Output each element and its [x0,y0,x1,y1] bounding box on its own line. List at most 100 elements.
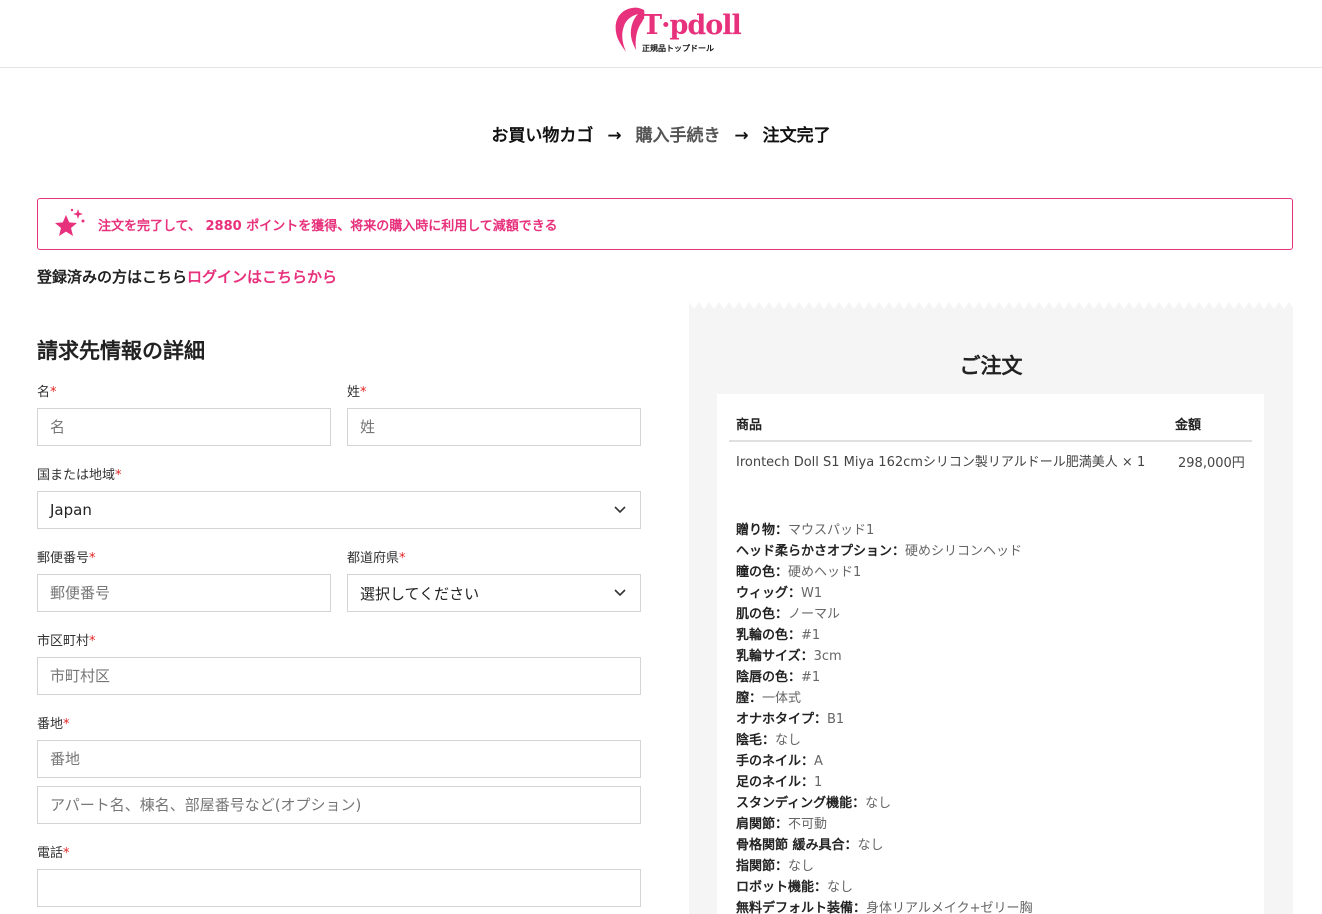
attribute-value: 3cm [813,649,842,664]
step-checkout: 購入手続き [635,126,721,146]
attribute-value: マウスパッド1 [788,523,875,538]
attribute-key: 無料デフォルト装備： [736,901,867,914]
attribute-value: なし [865,796,892,811]
attribute-value: なし [788,859,815,874]
attribute-key: 指関節： [736,859,789,874]
first-name-input[interactable] [37,408,331,446]
step-cart[interactable]: お買い物カゴ [491,126,593,146]
attribute-key: ロボット機能： [736,880,828,895]
address-input[interactable] [37,740,641,778]
col-product-header: 商品 [736,418,763,433]
attribute-row: 肩関節：不可動 [736,814,1236,835]
country-select[interactable]: Japan [37,491,641,529]
attribute-row: 肌の色：ノーマル [736,604,1236,625]
points-notice-text: 注文を完了して、 2880 ポイントを獲得、将来の購入時に利用して減額できる [98,218,558,234]
product-price: 298,000円 [1178,456,1245,471]
step-complete: 注文完了 [762,126,831,146]
checkout-steps: お買い物カゴ → 購入手続き → 注文完了 [0,121,1322,146]
attribute-key: 膣： [736,691,763,706]
address-label: 番地* [37,717,70,732]
hair-silhouette-icon [615,7,645,52]
attribute-value: なし [827,880,854,895]
attribute-row: 乳輪サイズ：3cm [736,646,1236,667]
login-line: 登録済みの方はこちらログインはこちらから [37,266,337,287]
attribute-row: スタンディング機能：なし [736,793,1236,814]
order-card: 商品 金額 Irontech Doll S1 Miya 162cmシリコン製リア… [717,394,1264,914]
attribute-value: B1 [827,712,845,727]
attribute-row: 陰唇の色：#1 [736,667,1236,688]
attribute-key: 乳輪の色： [736,628,802,643]
attribute-value: なし [775,733,802,748]
billing-title: 請求先情報の詳細 [37,339,205,363]
site-header: T·pdoll 正規品トップドール [0,0,1322,68]
attribute-key: 足のネイル： [736,775,815,790]
attribute-row: 指関節：なし [736,856,1236,877]
attribute-key: 陰唇の色： [736,670,802,685]
login-prompt: 登録済みの方はこちら [37,268,188,286]
last-name-input[interactable] [347,408,641,446]
attribute-value: #1 [801,670,821,685]
attribute-key: スタンディング機能： [736,796,866,811]
attribute-row: 贈り物：マウスパッド1 [736,520,1236,541]
step-arrow: → [734,126,749,146]
attribute-value: ノーマル [788,607,841,622]
attribute-value: W1 [801,586,823,601]
attribute-key: 骨格関節 緩み具合： [736,838,858,853]
address2-input[interactable] [37,786,641,824]
product-attributes: 贈り物：マウスパッド1 ヘッド柔らかさオプション：硬めシリコンヘッド 瞳の色：硬めヘ… [736,520,1236,914]
chevron-down-icon [614,589,626,597]
header-divider [729,440,1252,442]
step-arrow: → [607,126,622,146]
attribute-value: 硬めシリコンヘッド [905,544,1023,559]
attribute-key: 肩関節： [736,817,789,832]
attribute-value: 不可動 [788,817,828,832]
phone-label: 電話* [37,846,70,861]
city-input[interactable] [37,657,641,695]
attribute-key: 陰毛： [736,733,776,748]
country-label: 国または地域* [37,468,122,483]
attribute-key: 手のネイル： [736,754,815,769]
attribute-row: 骨格関節 緩み具合：なし [736,835,1236,856]
order-title: ご注文 [959,354,1023,378]
receipt-edge [689,302,1293,314]
attribute-key: 贈り物： [736,523,789,538]
country-value: Japan [50,501,92,519]
login-link[interactable]: ログインはこちらから [187,268,337,286]
attribute-key: 乳輪サイズ： [736,649,814,664]
attribute-row: ウィッグ：W1 [736,583,1236,604]
sparkle-star-icon [55,208,85,236]
attribute-value: 硬めヘッド1 [788,565,862,580]
attribute-value: なし [857,838,884,853]
prefecture-label: 都道府県* [347,551,406,566]
attribute-row: ヘッド柔らかさオプション：硬めシリコンヘッド [736,541,1236,562]
attribute-key: 肌の色： [736,607,789,622]
first-name-label: 名* [37,385,57,400]
phone-input[interactable] [37,869,641,907]
attribute-key: オナホタイプ： [736,712,828,727]
attribute-row: 膣：一体式 [736,688,1236,709]
prefecture-select[interactable]: 選択してください [347,574,641,612]
attribute-row: 瞳の色：硬めヘッド1 [736,562,1236,583]
attribute-row: 手のネイル：A [736,751,1236,772]
chevron-down-icon [614,506,626,514]
site-logo[interactable]: T·pdoll 正規品トップドール [612,6,742,56]
attribute-row: 足のネイル：1 [736,772,1236,793]
attribute-value: 身体リアルメイク+ゼリー胸 [866,901,1033,914]
order-summary-panel: ご注文 商品 金額 Irontech Doll S1 Miya 162cmシリコ… [689,302,1293,914]
attribute-value: 一体式 [762,691,802,706]
attribute-value: #1 [801,628,821,643]
prefecture-value: 選択してください [360,584,480,603]
col-total-header: 金額 [1175,418,1202,433]
attribute-row: 乳輪の色：#1 [736,625,1236,646]
postcode-input[interactable] [37,574,331,612]
attribute-value: A [814,754,823,769]
attribute-row: オナホタイプ：B1 [736,709,1236,730]
logo-subtitle: 正規品トップドール [642,44,714,53]
attribute-row: 無料デフォルト装備：身体リアルメイク+ゼリー胸 [736,898,1236,914]
logo-text: T·pdoll [642,10,742,41]
attribute-key: ヘッド柔らかさオプション： [736,544,906,559]
attribute-row: 陰毛：なし [736,730,1236,751]
attribute-value: 1 [814,775,823,790]
postcode-label: 郵便番号* [37,551,96,566]
attribute-row: ロボット機能：なし [736,877,1236,898]
